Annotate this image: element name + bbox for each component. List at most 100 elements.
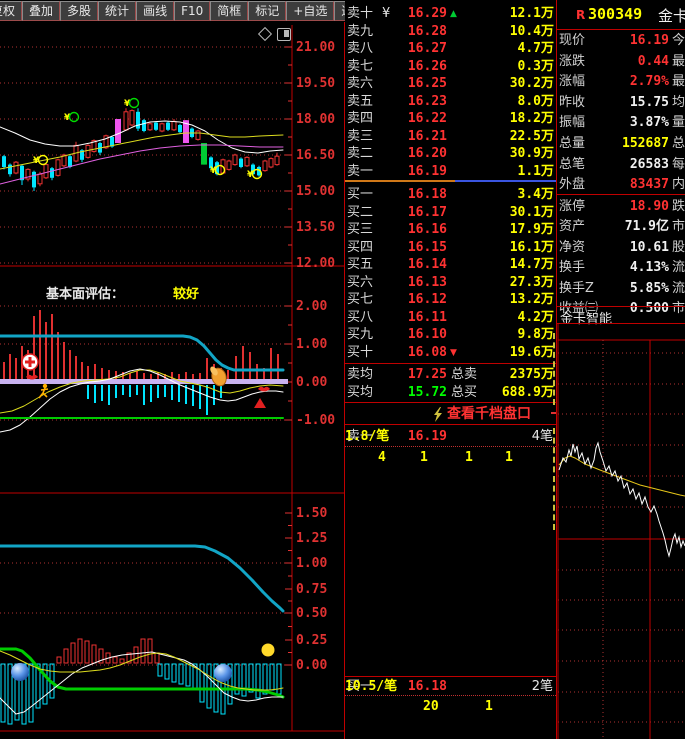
- macd-bar-up: [129, 373, 131, 380]
- order-book-row[interactable]: 卖四 16.22 18.2万: [345, 110, 556, 128]
- level-price: 16.21: [407, 128, 447, 144]
- level-volume: 30.2万: [509, 76, 554, 92]
- divider: [345, 424, 556, 425]
- toolbar-button-9[interactable]: +自选: [286, 1, 335, 21]
- order-book-row[interactable]: 卖一 16.19 1.1万: [345, 163, 556, 181]
- axis-label: 1.00: [296, 337, 327, 352]
- order-book-row[interactable]: 买七 16.12 13.2万: [345, 291, 556, 309]
- deep-quote-link[interactable]: 查看千档盘口: [447, 404, 531, 424]
- order-book-row[interactable]: 买四 16.15 16.1万: [345, 239, 556, 257]
- macd-bar-up: [206, 358, 208, 380]
- order-book-row[interactable]: 买一 16.18 3.4万: [345, 186, 556, 204]
- sphere-marker: [11, 663, 29, 681]
- candle-body: [32, 171, 36, 188]
- macd-bar-up: [75, 356, 77, 380]
- axis-label: 21.00: [296, 40, 335, 55]
- queue-lot: 1: [505, 450, 513, 465]
- clipped-label: 股: [672, 239, 685, 255]
- level-volume: 9.8万: [517, 327, 554, 343]
- split-window-icon[interactable]: [277, 28, 291, 41]
- order-book-row[interactable]: 卖十 ¥16.29 ▲ 12.1万: [345, 5, 556, 23]
- info-label: 涨幅: [559, 74, 586, 90]
- clipped-label: 总: [672, 136, 685, 151]
- order-book-row[interactable]: 买八 16.11 4.2万: [345, 309, 556, 327]
- stock-header: R300349 金卡智能: [557, 5, 685, 27]
- axis-label: 1.00: [296, 556, 327, 571]
- order-book-row[interactable]: 卖五 16.23 8.0万: [345, 93, 556, 111]
- macd-bar-down: [136, 385, 138, 395]
- average-row: 买均 15.72 总买 688.9万: [345, 384, 556, 402]
- candle-body: [142, 120, 146, 131]
- order-book-row[interactable]: 卖二 16.20 30.9万: [345, 145, 556, 163]
- toolbar-button-10[interactable]: 返回: [334, 1, 345, 21]
- volume-bar-up: [119, 658, 125, 664]
- candle-body: [85, 144, 91, 158]
- level-label: 买十: [347, 344, 374, 360]
- clipped-label: 最: [672, 74, 685, 90]
- order-book-row[interactable]: 卖九 16.28 10.4万: [345, 23, 556, 41]
- avg-price: 15.72: [407, 385, 447, 400]
- info-value: 5.85%: [629, 280, 669, 296]
- order-book-row[interactable]: 买三 16.16 17.9万: [345, 221, 556, 239]
- info-label: 换手: [559, 260, 586, 276]
- toolbar-button-2[interactable]: 叠加: [22, 1, 61, 21]
- toolbar-button-8[interactable]: 标记: [248, 1, 287, 21]
- macd-bar-up: [256, 364, 258, 380]
- macd-bar-up: [87, 366, 89, 380]
- queue-row: 20 1: [345, 698, 556, 716]
- clipped-label: 量: [672, 115, 685, 131]
- level-label: 买一: [347, 187, 374, 202]
- order-book-row[interactable]: 卖六 16.25 30.2万: [345, 75, 556, 93]
- level-price: 16.25: [407, 76, 447, 92]
- volume-bar-down: [269, 663, 275, 691]
- info-value: 2.79%: [629, 74, 669, 90]
- macd-bar-up: [63, 342, 65, 380]
- order-book-row[interactable]: 买六 16.13 27.3万: [345, 274, 556, 292]
- axis-label: 1.50: [296, 506, 327, 521]
- toolbar-button-4[interactable]: 统计: [98, 1, 137, 21]
- macd-bar-down: [150, 385, 152, 402]
- level-price: 16.23: [407, 93, 447, 109]
- order-book-row[interactable]: 买九 16.10 9.8万: [345, 326, 556, 344]
- clipped-label: 市: [672, 301, 685, 316]
- level-price: 16.16: [407, 222, 447, 238]
- order-book-row[interactable]: 买十 16.08 ▼ 19.6万: [345, 344, 556, 362]
- axis-label: 0.50: [296, 606, 327, 621]
- macd-bar-down: [115, 385, 117, 398]
- toolbar-button-5[interactable]: 画线: [136, 1, 175, 21]
- axis-label: -1.00: [296, 413, 335, 428]
- order-book-row[interactable]: 卖三 16.21 22.5万: [345, 128, 556, 146]
- deep-quote-row[interactable]: 查看千档盘口: [345, 404, 556, 424]
- macd-bar-down: [87, 385, 89, 399]
- order-book[interactable]: 卖十 ¥16.29 ▲ 12.1万 卖九 16.28 10.4万 卖八 16.27 4.7万 卖七 1…: [345, 0, 556, 739]
- volume-bar-up: [77, 638, 83, 664]
- indicator-line: [0, 544, 285, 613]
- order-book-row[interactable]: 卖八 16.27 4.7万: [345, 40, 556, 58]
- order-book-row[interactable]: 买二 16.17 30.1万: [345, 204, 556, 222]
- volume-bar-down: [241, 663, 247, 697]
- level-price: 16.20: [407, 146, 447, 162]
- toolbar-button-7[interactable]: 简框: [210, 1, 249, 21]
- toolbar-button-1[interactable]: 复权: [0, 1, 23, 21]
- order-book-row[interactable]: 卖七 16.26 0.3万: [345, 58, 556, 76]
- level-volume: 10.4万: [509, 23, 554, 39]
- axis-label: 0.00: [296, 658, 327, 673]
- level-label: 买七: [347, 292, 374, 308]
- axis-label: 0.75: [296, 582, 327, 597]
- order-book-row[interactable]: 买五 16.14 14.7万: [345, 256, 556, 274]
- stock-charts[interactable]: 21.00 19.50 18.00 16.50 15.00 13.50 12.00 2.00 1…: [0, 0, 344, 739]
- macd-bar-down: [178, 385, 180, 402]
- info-label: 总笔: [559, 156, 586, 172]
- info-row: 昨收 15.75 均: [557, 93, 685, 113]
- info-value: 26583: [629, 156, 669, 172]
- toolbar-button-6[interactable]: F10: [174, 1, 211, 21]
- level-volume: 4.2万: [517, 309, 554, 325]
- toolbar-button-3[interactable]: 多股: [60, 1, 99, 21]
- axis-label: 2.00: [296, 299, 327, 314]
- candle-body: [123, 111, 129, 131]
- total-value: 2375万: [509, 367, 554, 382]
- level-price: 16.15: [407, 239, 447, 255]
- level-price: 16.19: [407, 163, 447, 179]
- level-volume: 1.1万: [517, 163, 554, 179]
- intraday-chart[interactable]: [557, 324, 685, 739]
